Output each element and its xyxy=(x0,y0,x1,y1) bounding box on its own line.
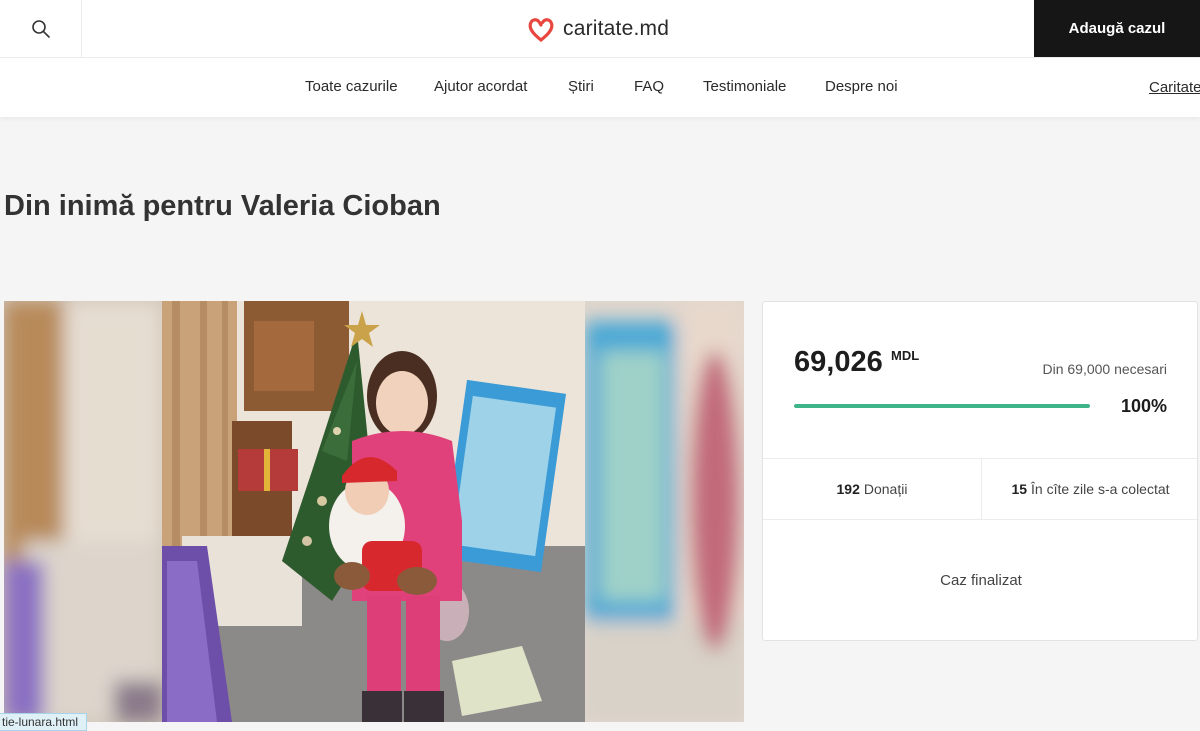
progress-bar xyxy=(794,404,1090,408)
donations-label: Donații xyxy=(863,481,908,497)
days-label: În cîte zile s-a colectat xyxy=(1031,481,1170,497)
donations-stat: 192 Donații xyxy=(763,459,981,519)
add-case-button[interactable]: Adaugă cazul xyxy=(1034,0,1200,57)
top-header: caritate.md Adaugă cazul xyxy=(0,0,1200,58)
search-button[interactable] xyxy=(0,0,82,57)
nav-item-all-cases[interactable]: Toate cazurile xyxy=(305,78,398,95)
donations-count: 192 xyxy=(836,481,860,497)
search-icon xyxy=(31,19,50,38)
nav-item-caritate[interactable]: Caritate xyxy=(1149,79,1200,96)
donation-card: 69,026 MDL Din 69,000 necesari 100% 192 … xyxy=(762,301,1199,641)
progress-percent: 100% xyxy=(1120,396,1167,416)
photo-gallery[interactable] xyxy=(4,301,744,722)
days-count: 15 xyxy=(1011,481,1028,497)
currency-label: MDL xyxy=(891,348,920,363)
nav-item-faq[interactable]: FAQ xyxy=(634,78,664,95)
logo-text: caritate.md xyxy=(563,17,670,40)
link-preview: tie-lunara.html xyxy=(0,713,88,731)
amount-raised: 69,026 xyxy=(794,346,883,378)
nav-item-testimonials[interactable]: Testimoniale xyxy=(703,78,786,95)
main-nav: Toate cazurile Ajutor acordat Știri FAQ … xyxy=(0,58,1200,117)
gallery-blur-right xyxy=(585,301,744,722)
nav-item-news[interactable]: Știri xyxy=(568,78,594,95)
site-logo[interactable]: caritate.md xyxy=(527,14,669,44)
progress-fill xyxy=(794,404,1090,408)
nav-item-about[interactable]: Despre noi xyxy=(825,78,898,95)
days-stat: 15 În cîte zile s-a colectat xyxy=(982,459,1199,519)
case-status: Caz finalizat xyxy=(940,572,1022,589)
stats-row: 192 Donații 15 În cîte zile s-a colectat xyxy=(763,458,1199,520)
case-photo[interactable] xyxy=(162,301,585,722)
heart-logo-icon xyxy=(528,18,554,42)
amount-needed: Din 69,000 necesari xyxy=(1042,361,1167,377)
nav-item-help-given[interactable]: Ajutor acordat xyxy=(434,78,527,95)
page-title: Din inimă pentru Valeria Cioban xyxy=(4,190,441,222)
gallery-blur-left xyxy=(4,301,162,722)
